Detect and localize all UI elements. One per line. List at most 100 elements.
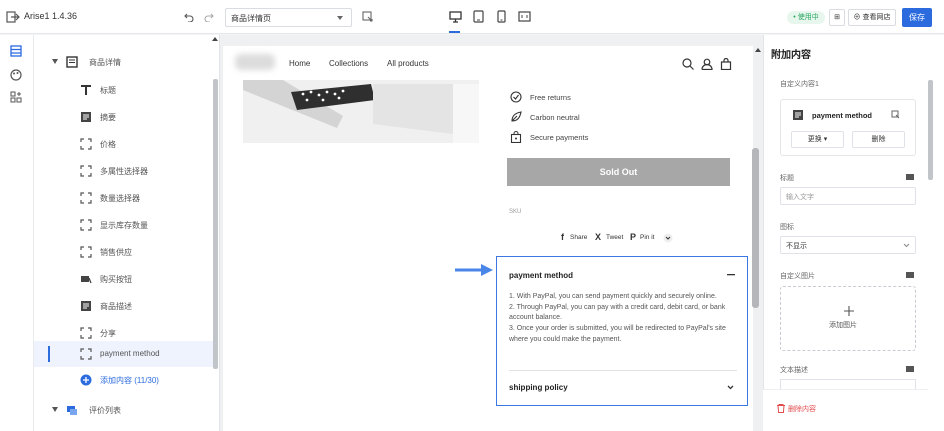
- tree-root-reviews[interactable]: 评价列表: [34, 397, 214, 423]
- feature-secure-payments: Secure payments: [510, 131, 710, 145]
- nav-home[interactable]: Home: [289, 59, 310, 68]
- section-tree: 商品详情 标题 摘要 价格 多属性选择器 数量选择器 显示库存数量 销售供应 购…: [34, 35, 220, 431]
- add-content-button[interactable]: 添加内容 (11/30): [34, 367, 214, 393]
- add-content-label: 添加内容 (11/30): [100, 376, 159, 385]
- save-button[interactable]: 保存: [902, 8, 932, 27]
- share-pin[interactable]: Pin it: [640, 234, 654, 241]
- sections-icon[interactable]: [10, 45, 22, 57]
- pinterest-icon[interactable]: P: [630, 232, 636, 242]
- tree-item[interactable]: 价格: [34, 131, 214, 157]
- tree-item[interactable]: 商品描述: [34, 293, 214, 319]
- tree-scrollbar[interactable]: [213, 79, 218, 369]
- scroll-up-icon[interactable]: [212, 37, 218, 41]
- panel-scrollbar[interactable]: [928, 80, 933, 180]
- chevron-down-icon[interactable]: [52, 59, 58, 64]
- exit-icon[interactable]: [6, 11, 20, 23]
- undo-icon[interactable]: [184, 12, 194, 22]
- desktop-view-icon[interactable]: [449, 10, 462, 23]
- tablet-view-icon[interactable]: [472, 10, 485, 23]
- accordion-title-payment-method[interactable]: payment method: [509, 271, 573, 280]
- share-tweet[interactable]: Tweet: [606, 234, 623, 241]
- tree-item[interactable]: 数量选择器: [34, 185, 214, 211]
- dynamic-source-icon[interactable]: [906, 173, 914, 181]
- sold-out-button[interactable]: Sold Out: [507, 158, 730, 186]
- tree-item[interactable]: 摘要: [34, 104, 214, 130]
- frame-icon: [80, 192, 92, 204]
- x-twitter-icon[interactable]: X: [595, 232, 601, 242]
- external-link-icon[interactable]: [362, 11, 373, 22]
- template-button[interactable]: ⊞: [829, 9, 845, 26]
- fullscreen-icon[interactable]: [518, 10, 531, 23]
- redo-icon[interactable]: [204, 12, 214, 22]
- account-icon[interactable]: [701, 58, 713, 70]
- feature-label: Secure payments: [530, 133, 589, 142]
- feature-carbon-neutral: Carbon neutral: [510, 111, 710, 125]
- tree-item-label: 商品描述: [100, 302, 132, 311]
- store-page-preview: Home Collections All products Free retur…: [223, 46, 753, 431]
- tree-item[interactable]: 显示库存数量: [34, 212, 214, 238]
- doc-icon: [81, 301, 91, 311]
- selection-indicator: [48, 346, 50, 362]
- collapse-icon[interactable]: [727, 274, 735, 276]
- tree-item-payment-method[interactable]: payment method: [34, 341, 214, 367]
- tree-item[interactable]: 销售供应: [34, 239, 214, 265]
- payment-line-1: 1. With PayPal, you can send payment qui…: [509, 293, 717, 300]
- feature-label: Carbon neutral: [530, 113, 580, 122]
- view-store-button[interactable]: ⊕ 查看网店: [848, 9, 896, 26]
- icon-select-value: 不显示: [786, 243, 807, 250]
- app-version-title: Arise1 1.4.36: [24, 11, 78, 21]
- cart-icon[interactable]: [720, 58, 732, 70]
- nav-all-products[interactable]: All products: [387, 59, 429, 68]
- tree-item[interactable]: 购买按钮: [34, 266, 214, 292]
- product-photo-graphic: [243, 80, 479, 143]
- text-description-label: 文本描述: [780, 367, 808, 374]
- trash-icon[interactable]: [777, 404, 785, 413]
- apps-add-icon[interactable]: [10, 91, 22, 103]
- scroll-up-icon[interactable]: [755, 48, 761, 52]
- tree-item[interactable]: 多属性选择器: [34, 158, 214, 184]
- store-header: Home Collections All products: [223, 46, 753, 80]
- delete-button[interactable]: 删除: [852, 131, 905, 148]
- tree-item-label: 显示库存数量: [100, 221, 148, 230]
- search-icon[interactable]: [682, 58, 694, 70]
- frame-icon: [80, 138, 92, 150]
- facebook-icon[interactable]: f: [561, 232, 564, 242]
- replace-button[interactable]: 更换 ▾: [791, 131, 844, 148]
- store-logo: [235, 54, 275, 70]
- leaf-icon: [511, 111, 522, 122]
- accordion-title-shipping-policy[interactable]: shipping policy: [509, 383, 568, 392]
- heading-label: 标题: [780, 175, 794, 182]
- remove-content-button[interactable]: 删除内容: [788, 404, 816, 414]
- custom-image-label: 自定义图片: [780, 273, 815, 280]
- status-badge: • 使用中: [787, 11, 825, 24]
- tree-root-product-detail[interactable]: 商品详情: [34, 49, 214, 75]
- payment-line-2: 2. Through PayPal, you can pay with a cr…: [509, 303, 726, 322]
- template-select[interactable]: 商品详情页: [225, 8, 352, 27]
- share-facebook[interactable]: Share: [570, 234, 587, 241]
- tree-item[interactable]: 标题: [34, 77, 214, 103]
- chevron-down-icon[interactable]: [52, 407, 58, 412]
- nav-collections[interactable]: Collections: [329, 59, 368, 68]
- accordion-body: 1. With PayPal, you can send payment qui…: [509, 292, 735, 346]
- linked-content-card: payment method 更换 ▾ 删除: [780, 99, 916, 156]
- canvas-scrollbar[interactable]: [752, 148, 759, 308]
- frame-icon: [80, 348, 92, 360]
- mobile-view-icon[interactable]: [495, 10, 508, 23]
- theme-palette-icon[interactable]: [10, 69, 22, 81]
- image-upload-area[interactable]: 添加图片: [780, 286, 916, 351]
- dynamic-source-icon[interactable]: [906, 271, 914, 279]
- frame-icon: [80, 219, 92, 231]
- dynamic-source-icon[interactable]: [906, 365, 914, 373]
- text-icon: [81, 85, 91, 95]
- icon-select[interactable]: 不显示: [780, 236, 916, 254]
- top-toolbar: Arise1 1.4.36 商品详情页 • 使用中 ⊞ ⊕ 查看网店 保存: [0, 0, 944, 34]
- icon-label: 图标: [780, 224, 794, 231]
- tree-root-label: 商品详情: [89, 58, 121, 67]
- chevron-down-icon[interactable]: [727, 385, 734, 390]
- chevron-down-icon: [337, 16, 343, 20]
- feature-free-returns: Free returns: [510, 91, 710, 105]
- more-share-icon[interactable]: [663, 233, 673, 243]
- heading-input[interactable]: 输入文字: [780, 187, 916, 205]
- panel-title: 附加内容: [771, 50, 811, 61]
- external-link-icon[interactable]: [891, 110, 900, 119]
